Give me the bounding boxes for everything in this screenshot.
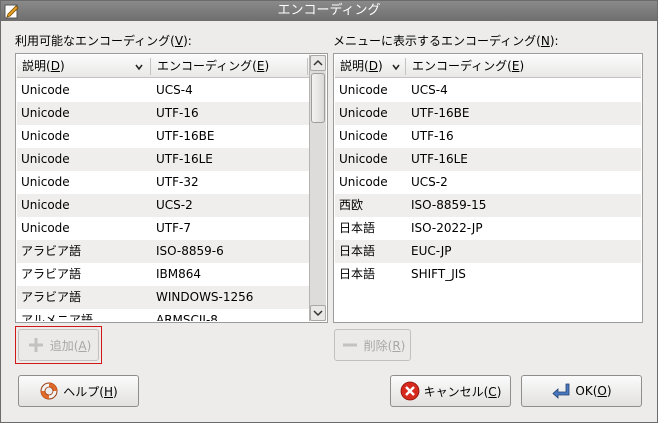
list-item[interactable]: アルメニア語 ARMSCII-8 (17, 309, 309, 321)
column-encoding-header[interactable]: エンコーディング(E) (407, 55, 607, 78)
chevron-down-icon (313, 310, 323, 317)
vertical-scrollbar[interactable] (309, 55, 326, 321)
list-item[interactable]: Unicode UCS-2 (17, 194, 309, 217)
available-rows: Unicode UCS-4 Unicode UTF-16 Unicode UTF-16… (17, 79, 309, 321)
enter-arrow-icon (552, 383, 570, 399)
list-item[interactable]: アラビア語 ISO-8859-6 (17, 240, 309, 263)
list-item[interactable]: Unicode UTF-32 (17, 171, 309, 194)
scroll-down-button[interactable] (310, 305, 326, 321)
cancel-icon (400, 381, 420, 401)
list-item[interactable]: Unicode UCS-4 (17, 79, 309, 102)
menu-encodings-list[interactable]: 説明(D) エンコーディング(E) Unicode UCS-4 Unicode UT… (333, 53, 643, 323)
list-item[interactable]: Unicode UTF-16BE (17, 125, 309, 148)
list-item[interactable]: 日本語 EUC-JP (335, 240, 641, 263)
add-button[interactable]: 追加(A) (18, 329, 99, 361)
list-item[interactable]: 日本語 SHIFT_JIS (335, 263, 641, 286)
menu-rows: Unicode UCS-4 Unicode UTF-16BE Unicode UTF-… (335, 79, 641, 321)
available-encodings-list[interactable]: 説明(D) エンコーディング(E) Unicode UCS-4 Unicode UT… (15, 53, 328, 323)
list-item[interactable]: Unicode UTF-16LE (17, 148, 309, 171)
list-item[interactable]: 西欧 ISO-8859-15 (335, 194, 641, 217)
title-bar[interactable]: エンコーディング (1, 1, 657, 21)
list-item[interactable]: アラビア語 IBM864 (17, 263, 309, 286)
list-item[interactable]: Unicode UCS-2 (335, 171, 641, 194)
remove-button[interactable]: 削除(R) (334, 329, 411, 361)
list-item[interactable]: アラビア語 WINDOWS-1256 (17, 286, 309, 309)
available-encodings-label: 利用可能なエンコーディング(V): (15, 34, 192, 48)
text-editor-icon[interactable] (4, 3, 20, 19)
list-item[interactable]: Unicode UCS-4 (335, 79, 641, 102)
list-header: 説明(D) エンコーディング(E) (17, 55, 326, 78)
encoding-dialog: エンコーディング 利用可能なエンコーディング(V): 説明(D) エンコーディン… (0, 0, 658, 423)
cancel-button[interactable]: キャンセル(C) (390, 375, 511, 407)
ok-button[interactable]: OK(O) (521, 375, 642, 407)
window-title: エンコーディング (277, 3, 381, 18)
chevron-down-icon (135, 64, 143, 71)
list-item[interactable]: Unicode UTF-7 (17, 217, 309, 240)
list-header: 説明(D) エンコーディング(E) (335, 55, 641, 78)
chevron-up-icon (313, 59, 323, 66)
list-item[interactable]: Unicode UTF-16BE (335, 102, 641, 125)
scroll-up-button[interactable] (310, 55, 326, 71)
list-item[interactable]: Unicode UTF-16 (17, 102, 309, 125)
column-description-header[interactable]: 説明(D) (17, 55, 150, 78)
minus-icon (342, 343, 357, 347)
column-description-header[interactable]: 説明(D) (335, 55, 405, 78)
list-item[interactable]: Unicode UTF-16 (335, 125, 641, 148)
lifebuoy-icon (40, 382, 58, 400)
scroll-thumb[interactable] (311, 73, 325, 123)
column-encoding-header[interactable]: エンコーディング(E) (152, 55, 302, 78)
chevron-down-icon (392, 64, 400, 71)
plus-icon (28, 338, 43, 352)
menu-encodings-label: メニューに表示するエンコーディング(N): (333, 34, 559, 48)
list-item[interactable]: 日本語 ISO-2022-JP (335, 217, 641, 240)
help-button[interactable]: ヘルプ(H) (18, 375, 139, 407)
list-item[interactable]: Unicode UTF-16LE (335, 148, 641, 171)
